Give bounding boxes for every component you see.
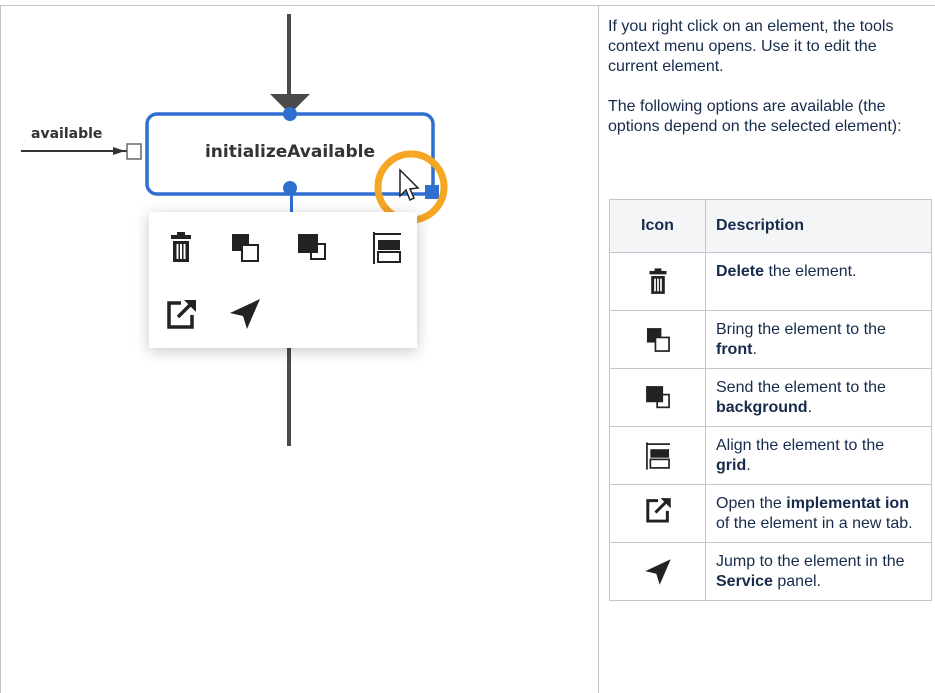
table-row: Jump to the element in the Service panel… [609,542,932,601]
send-to-back-icon[interactable] [292,228,332,268]
incoming-connector [287,14,291,99]
port-label: available [31,126,103,142]
table-header-row: Icon Description [609,199,932,253]
send-to-back-icon [645,385,670,408]
navigate-arrow-icon[interactable] [225,294,265,334]
row-description: Delete the element. [705,252,932,311]
row-description: Open the implementat ion of the element … [705,484,932,543]
header-icon: Icon [609,199,706,253]
row-keyword: grid [716,457,747,474]
row-keyword: background [716,399,808,416]
table-row: Align the element to the grid. [609,426,932,485]
node-bottom-handle [283,181,297,195]
outgoing-connector [287,342,291,446]
row-keyword: Service [716,573,773,590]
screenshot-cell: available initializeAvailable [0,5,599,693]
row-keyword: front [716,341,753,358]
table-row: Send the element to the background. [609,368,932,427]
intro-text: If you right click on an element, the to… [608,17,928,157]
icon-table: Icon Description Delete the element. Bri… [609,199,932,601]
header-description: Description [705,199,932,253]
port-square [126,143,142,160]
node-label: initializeAvailable [204,142,376,162]
align-to-grid-icon[interactable] [367,228,407,268]
navigate-arrow-icon [644,558,671,585]
row-description: Jump to the element in the Service panel… [705,542,932,601]
flow-diagram [21,14,448,446]
open-external-icon [645,498,671,523]
table-row: Delete the element. [609,252,932,311]
bring-to-front-icon [646,327,670,352]
row-description: Align the element to the grid. [705,426,932,485]
bring-to-front-icon[interactable] [225,228,265,268]
table-row: Open the implementat ion of the element … [609,484,932,543]
page: available initializeAvailable If you rig… [0,0,935,693]
open-external-icon[interactable] [161,294,201,334]
row-description: Bring the element to the front. [705,310,932,369]
intro-paragraph-1: If you right click on an element, the to… [608,18,894,75]
table-row: Bring the element to the front. [609,310,932,369]
row-description: Send the element to the background. [705,368,932,427]
resize-handle [425,185,439,199]
trash-icon[interactable] [161,228,201,268]
intro-paragraph-2: The following options are available (the… [608,98,902,135]
align-to-grid-icon [645,441,670,470]
row-keyword: Delete [716,263,765,280]
trash-icon [649,267,666,294]
node-top-handle [283,107,297,121]
row-keyword: implementat ion [786,495,909,512]
context-menu [149,212,417,348]
